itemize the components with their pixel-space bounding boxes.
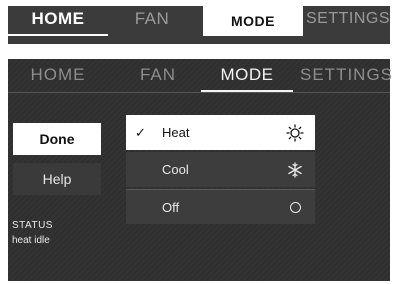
top-strip-divider bbox=[8, 36, 390, 44]
tab-bar-divider bbox=[8, 92, 390, 93]
sun-icon bbox=[285, 115, 305, 150]
top-tab-home[interactable]: HOME bbox=[8, 6, 108, 36]
mode-label-heat: Heat bbox=[162, 125, 190, 140]
mode-label-cool: Cool bbox=[162, 162, 189, 177]
top-tab-strip: HOME FAN MODE SETTINGS bbox=[8, 6, 390, 44]
mode-label-off: Off bbox=[162, 200, 180, 215]
mode-option-cool[interactable]: Cool bbox=[126, 152, 315, 187]
checkmark-icon: ✓ bbox=[135, 125, 146, 140]
tab-settings[interactable]: SETTINGS bbox=[300, 65, 392, 85]
top-tab-mode[interactable]: MODE bbox=[203, 6, 303, 36]
done-button[interactable]: Done bbox=[13, 123, 101, 155]
status-value: heat idle bbox=[12, 235, 50, 246]
mode-option-off[interactable]: Off bbox=[126, 189, 315, 224]
tab-fan[interactable]: FAN bbox=[128, 65, 188, 85]
top-tab-settings[interactable]: SETTINGS bbox=[306, 6, 390, 34]
top-tab-fan[interactable]: FAN bbox=[112, 6, 192, 34]
help-button[interactable]: Help bbox=[13, 163, 101, 195]
tab-home[interactable]: HOME bbox=[8, 65, 108, 85]
tab-mode[interactable]: MODE bbox=[201, 65, 293, 85]
screen-tab-bar: HOME FAN MODE SETTINGS bbox=[8, 59, 392, 93]
status-label: STATUS bbox=[12, 220, 53, 231]
mode-option-heat[interactable]: ✓ Heat bbox=[126, 115, 315, 150]
snowflake-icon bbox=[285, 152, 305, 187]
circle-icon bbox=[285, 190, 305, 225]
thermostat-screen: HOME FAN MODE SETTINGS Done Help STATUS … bbox=[8, 59, 392, 281]
